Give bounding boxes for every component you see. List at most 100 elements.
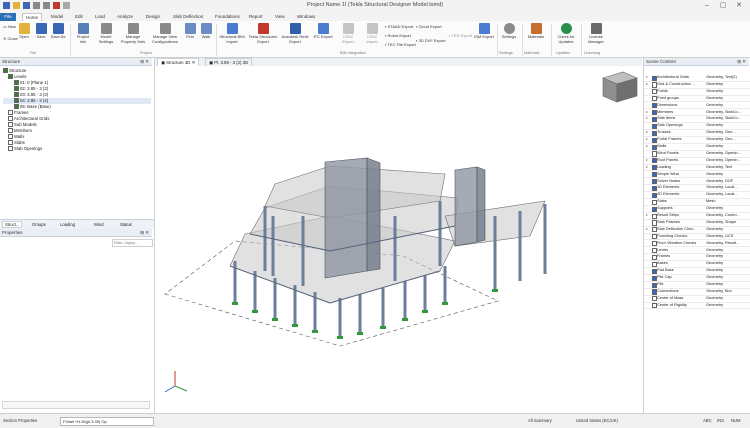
cis2-import-button[interactable]: CIS/2 Import xyxy=(361,23,383,44)
tab-report[interactable]: Report xyxy=(246,13,266,21)
license-manager-button[interactable]: License Manager xyxy=(584,23,608,44)
checkbox-icon[interactable] xyxy=(8,128,13,134)
model-settings-button[interactable]: Model Settings xyxy=(96,23,116,44)
scene-row-value[interactable]: Geometry, Text xyxy=(706,164,732,171)
scene-row-value[interactable]: Geometry, UCS xyxy=(706,233,733,240)
3d-viewport[interactable] xyxy=(155,66,642,413)
manage-property-sets-button[interactable]: Manage Property Sets xyxy=(118,23,148,44)
save-as-button[interactable]: Save As xyxy=(50,23,66,40)
checkbox-icon[interactable] xyxy=(8,74,13,80)
scene-row-value[interactable]: Geometry, DOF xyxy=(706,178,733,185)
expand-icon[interactable]: ▸ xyxy=(646,136,648,143)
scene-row-value[interactable]: Geometry xyxy=(706,274,723,281)
cloud-export-button[interactable]: ▪ Cloud Export xyxy=(416,24,442,29)
expand-icon[interactable]: ▸ xyxy=(646,157,648,164)
scene-row-value[interactable]: Geometry xyxy=(706,247,723,254)
checkbox-icon[interactable] xyxy=(14,98,19,104)
scene-row-value[interactable]: Geometry xyxy=(706,267,723,274)
minimize-button[interactable]: – xyxy=(700,1,714,10)
expand-icon[interactable]: ▸ xyxy=(646,226,648,233)
expand-icon[interactable]: ▸ xyxy=(646,109,648,116)
scene-row-value[interactable]: Geometry, Local... xyxy=(706,184,738,191)
checkbox-icon[interactable] xyxy=(14,92,19,98)
staad-export-button[interactable]: ▪ STAAD Export xyxy=(385,24,413,29)
checkbox-icon[interactable] xyxy=(8,110,13,116)
tab-model[interactable]: Model xyxy=(48,13,66,21)
checkbox-icon[interactable] xyxy=(8,116,13,122)
structural-bim-import-button[interactable]: Structural BIM Import xyxy=(219,23,245,44)
scene-row-value[interactable]: Geometry, SlabCo... xyxy=(706,109,741,116)
checkbox-icon[interactable] xyxy=(8,122,13,128)
scene-row-value[interactable]: Geometry, Result... xyxy=(706,240,739,247)
3d-dxf-export-button[interactable]: ▪ 3D DXF Export xyxy=(416,38,445,43)
close-button[interactable]: ✕ xyxy=(732,1,746,10)
tab-edit[interactable]: Edit xyxy=(72,13,86,21)
expand-icon[interactable]: ▸ xyxy=(646,74,648,81)
tab-structure-3d[interactable]: ▣ Structure 3D ✕ xyxy=(157,58,200,66)
tab-wind[interactable]: Wind xyxy=(94,222,104,227)
checkbox-icon[interactable] xyxy=(8,140,13,146)
properties-scrollbar[interactable] xyxy=(2,401,150,409)
tree-item[interactable]: Slab Openings xyxy=(3,146,151,152)
scene-row-value[interactable]: Geometry, Shape xyxy=(706,219,736,226)
project-info-button[interactable]: Project Info xyxy=(73,23,93,44)
tab-file[interactable]: File xyxy=(0,13,16,21)
tab-load[interactable]: Load xyxy=(92,13,108,21)
tab-analyze[interactable]: Analyze xyxy=(114,13,136,21)
tab-plan-3d[interactable]: ▣ Pl. 3.85 - 3 (2) 3D xyxy=(205,58,253,66)
close-file-button[interactable]: ✕ Close xyxy=(3,36,18,41)
scene-row-value[interactable]: Geometry, Openin... xyxy=(706,150,741,157)
checkbox-icon[interactable] xyxy=(8,146,13,152)
scene-row-value[interactable]: Geometry xyxy=(706,88,723,95)
scene-row-value[interactable]: Geometry xyxy=(706,171,723,178)
view-cube-icon[interactable] xyxy=(602,71,638,103)
tab-windows[interactable]: Windows xyxy=(294,13,318,21)
member-selector[interactable]: F.Wall +H.26(pl.3.35) Op xyxy=(60,417,154,426)
scene-row-value[interactable]: Geometry, SlabCo... xyxy=(706,115,741,122)
scene-row-value[interactable]: Geometry xyxy=(706,260,723,267)
tab-groups[interactable]: Groups xyxy=(32,222,46,227)
expand-icon[interactable]: ▸ xyxy=(646,143,648,150)
checkbox-icon[interactable] xyxy=(14,86,19,92)
pin-icon[interactable]: ⊞ ✕ xyxy=(140,58,149,65)
materials-button[interactable]: Materials xyxy=(525,23,547,40)
revit-export-button[interactable]: Autodesk Revit Export xyxy=(281,23,309,44)
scene-row-value[interactable]: Geometry xyxy=(706,205,723,212)
ism-export-button[interactable]: ISM Export xyxy=(474,23,494,40)
new-button[interactable]: ▭ New xyxy=(3,24,16,29)
checkbox-icon[interactable] xyxy=(8,134,13,140)
tekla-structures-export-button[interactable]: Tekla Structures Export xyxy=(248,23,278,44)
scene-row-value[interactable]: Geometry, Geo... xyxy=(706,129,736,136)
scene-row-value[interactable]: Geometry, Geo... xyxy=(706,136,736,143)
expand-icon[interactable]: ▸ xyxy=(646,129,648,136)
ted-export-button[interactable]: ▪ TED Export xyxy=(449,33,472,38)
scene-row-value[interactable]: Geometry xyxy=(706,95,723,102)
tab-status[interactable]: Status xyxy=(120,222,132,227)
pin-icon[interactable]: ⊞ ✕ xyxy=(737,58,746,65)
scene-row-value[interactable]: Geometry xyxy=(706,143,723,150)
scene-row[interactable]: Center of Rigidity Geometry xyxy=(644,302,750,310)
scene-row-value[interactable]: Geometry xyxy=(706,253,723,260)
open-button[interactable]: Open xyxy=(16,23,32,40)
tec-file-export-button[interactable]: ▪ TEC File Export xyxy=(385,42,416,47)
expand-icon[interactable]: ▸ xyxy=(646,164,648,171)
checkbox-icon[interactable] xyxy=(14,104,19,110)
scene-row-value[interactable]: Geometry xyxy=(706,81,723,88)
save-button[interactable]: Save xyxy=(34,23,48,40)
tab-view[interactable]: View xyxy=(272,13,288,21)
checkbox-icon[interactable] xyxy=(3,68,8,74)
maximize-button[interactable]: ▢ xyxy=(716,1,730,10)
ifc-export-button[interactable]: IFC Export xyxy=(311,23,335,40)
manage-view-configurations-button[interactable]: Manage View Configurations xyxy=(150,23,180,44)
scene-row-value[interactable]: Geometry xyxy=(706,281,723,288)
scene-row-value[interactable]: Geometry xyxy=(706,226,723,233)
scene-row-value[interactable]: Geometry xyxy=(706,295,723,302)
tab-slab-deflection[interactable]: Slab Deflection xyxy=(170,13,206,21)
scene-row-value[interactable]: Mesh xyxy=(706,198,716,205)
cis2-export-button[interactable]: CIS/2 Export xyxy=(337,23,359,44)
tab-structure[interactable]: Struct... xyxy=(2,221,23,228)
scene-row-value[interactable]: Geometry, Contro... xyxy=(706,212,740,219)
pin-icon[interactable]: ⊞ ✕ xyxy=(140,229,149,236)
tab-foundations[interactable]: Foundations xyxy=(212,13,243,21)
scene-row-value[interactable]: Geometry xyxy=(706,102,723,109)
